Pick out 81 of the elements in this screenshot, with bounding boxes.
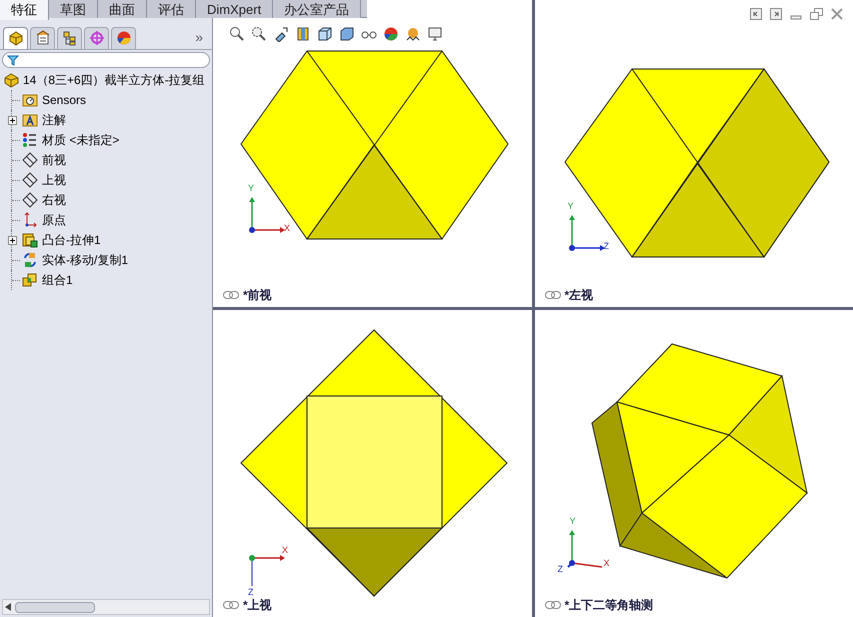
axis-label: Y [568,202,574,211]
folder-icon [22,112,38,128]
plane-icon [22,172,38,188]
panel-tab[interactable] [30,26,55,48]
axis-label: Y [570,517,576,526]
link-icon [544,291,560,299]
extrude-icon [22,232,38,248]
filter-icon [7,54,19,66]
ribbon-tab[interactable]: 曲面 [98,0,147,18]
section-view-icon[interactable] [295,26,311,42]
link-icon [223,291,239,299]
tree-item[interactable]: 凸台-拉伸1 [42,231,101,249]
axis-label: Z [604,242,609,251]
plane-icon [22,192,38,208]
folder-icon [22,92,38,108]
view-label: *左视 [564,287,594,304]
expand-toggle[interactable] [8,116,16,124]
tree-item[interactable]: 14（8三+6四）截半立方体-拉复组 [23,71,205,89]
feature-icon [8,30,24,46]
split-right-icon[interactable] [770,8,782,20]
ribbon-tab[interactable]: DimXpert [196,0,274,18]
tree-item[interactable]: 右视 [42,191,66,209]
tree-item[interactable]: 上视 [42,171,66,189]
panel-tab[interactable] [84,26,109,48]
axis-label: X [604,559,610,568]
panel-tab[interactable] [57,26,82,48]
origin-icon [22,212,38,228]
part-icon [4,72,20,88]
scroll-left-icon[interactable] [5,603,11,611]
tree-item[interactable]: 原点 [42,211,66,229]
zoom-fit-icon[interactable] [229,26,245,42]
tree-item[interactable]: 注解 [42,111,66,129]
move-icon [22,252,38,268]
dimxpert-icon [88,30,104,46]
view-orientation-icon[interactable] [317,26,333,42]
viewport[interactable]: Y Z *左视 [534,0,853,307]
display-icon [116,30,132,46]
viewport[interactable]: X Z *上视 [213,310,532,617]
panel-tab[interactable] [111,26,136,48]
tree-item[interactable]: Sensors [42,91,86,109]
filter-field[interactable] [2,52,210,68]
axis-label: Z [248,588,254,597]
property-icon [34,30,50,46]
view-label: *上视 [243,597,272,614]
ribbon-tab[interactable]: 草图 [49,0,98,18]
axis-label: X [282,546,288,555]
plane-icon [22,152,38,168]
zoom-area-icon[interactable] [251,26,267,42]
view-label: *上下二等角轴测 [564,597,654,614]
split-left-icon[interactable] [750,8,762,20]
axis-triad-icon [248,196,286,234]
previous-view-icon[interactable] [273,26,289,42]
close-icon[interactable] [831,8,843,20]
viewport[interactable]: Y X Z *上下二等角轴测 [534,310,853,617]
more-button[interactable]: » [195,27,209,48]
scene-icon[interactable] [405,26,421,42]
config-icon [62,30,78,46]
tree-item[interactable]: 组合1 [42,271,73,289]
tree-item[interactable]: 前视 [42,151,66,169]
link-icon [223,601,239,609]
tree-item[interactable]: 材质 <未指定> [42,131,120,149]
link-icon [544,601,560,609]
appearance-icon[interactable] [383,26,399,42]
combine-icon [22,272,38,288]
expand-toggle[interactable] [8,236,16,244]
restore-icon[interactable] [810,8,823,20]
ribbon-tab[interactable]: 评估 [147,0,196,18]
horizontal-scrollbar[interactable] [2,599,210,615]
axis-label: X [284,224,290,233]
ribbon-tab[interactable]: 特征 [0,0,49,20]
tree-item[interactable]: 实体-移动/复制1 [42,251,128,269]
axis-label: Z [558,565,563,574]
view-label: *前视 [243,287,272,304]
view-settings-icon[interactable] [427,26,443,42]
axis-triad-icon [568,214,606,252]
material-icon [22,132,38,148]
ribbon-tab[interactable]: 办公室产品 [273,0,362,18]
axis-label: Y [248,184,254,193]
axis-triad-icon [248,554,286,588]
panel-tab[interactable] [3,26,28,48]
display-style-icon[interactable] [339,26,355,42]
